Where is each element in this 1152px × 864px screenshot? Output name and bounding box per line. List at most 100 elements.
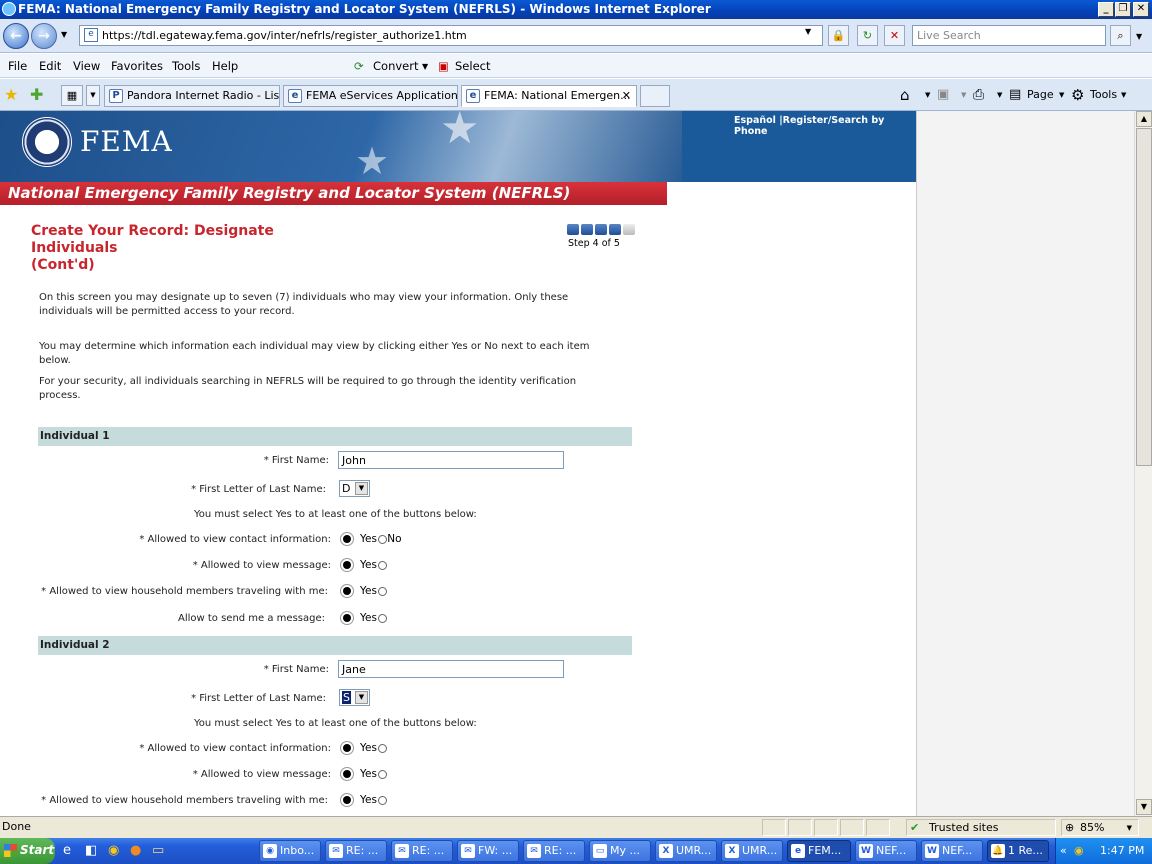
tab-pandora[interactable]: P Pandora Internet Radio - Lis... (104, 85, 280, 107)
yes-radio[interactable] (343, 770, 351, 778)
tab-fema-eservices[interactable]: e FEMA eServices Application ... (283, 85, 458, 107)
firefox-quicklaunch-icon[interactable]: ● (130, 843, 141, 858)
page-dropdown-icon[interactable]: ▼ (1059, 91, 1064, 99)
tray-expand-icon[interactable]: « (1060, 838, 1067, 864)
task-umr-2[interactable]: X UMR... (721, 840, 783, 862)
convert-button[interactable]: Convert (373, 59, 418, 73)
scroll-down-icon[interactable]: ▼ (1136, 799, 1152, 815)
quicklaunch-icon[interactable]: ◧ (85, 843, 97, 858)
menu-help[interactable]: Help (212, 59, 238, 73)
search-input[interactable]: Live Search (912, 25, 1106, 46)
search-icon[interactable]: ⌕ (1110, 25, 1131, 46)
task-re-1[interactable]: ✉ RE: ... (325, 840, 387, 862)
no-radio[interactable] (378, 769, 388, 779)
individual-2-household-radios[interactable]: Yes (343, 794, 388, 806)
individual-1-last-initial-select[interactable]: D ▼ (339, 480, 370, 497)
close-window-button[interactable]: ✕ (1133, 2, 1149, 17)
forward-button[interactable]: → (31, 23, 57, 49)
individual-1-header: Individual 1 (38, 427, 632, 446)
tab-fema-nefrls[interactable]: e FEMA: National Emergen... ✕ (461, 85, 637, 107)
address-field[interactable]: e https://tdl.egateway.fema.gov/inter/ne… (79, 25, 823, 46)
stop-icon[interactable]: ✕ (884, 25, 905, 46)
task-my[interactable]: ▭ My ... (589, 840, 651, 862)
security-zone[interactable]: ✔ Trusted sites (906, 819, 1056, 836)
window-title-bar[interactable]: FEMA: National Emergency Family Registry… (0, 0, 1152, 19)
scroll-thumb[interactable] (1136, 128, 1152, 466)
folder-quicklaunch-icon[interactable]: ▭ (152, 843, 164, 858)
back-button[interactable]: ← (3, 23, 29, 49)
no-radio[interactable] (378, 795, 388, 805)
no-radio[interactable] (378, 613, 388, 623)
quick-tabs-icon[interactable]: ▦ (61, 85, 83, 106)
individual-1-contact-radios[interactable]: Yes No (343, 533, 402, 545)
yes-radio[interactable] (343, 744, 351, 752)
individual-1-message-radios[interactable]: Yes (343, 559, 388, 571)
clock[interactable]: 1:47 PM (1100, 838, 1144, 864)
yes-radio[interactable] (343, 587, 351, 595)
task-nef-2[interactable]: W NEF... (921, 840, 983, 862)
ie-quicklaunch-icon[interactable]: e (63, 843, 71, 858)
maximize-button[interactable]: ❐ (1115, 2, 1131, 17)
yes-radio[interactable] (343, 561, 351, 569)
lock-icon[interactable]: 🔒 (828, 25, 849, 46)
yes-radio[interactable] (343, 796, 351, 804)
individual-1-first-name-input[interactable]: John (338, 451, 564, 469)
yes-radio[interactable] (343, 535, 351, 543)
menu-view[interactable]: View (73, 59, 100, 73)
no-radio[interactable] (378, 534, 388, 544)
print-dropdown-icon[interactable]: ▼ (997, 91, 1002, 99)
outlook-tray-icon[interactable]: ◉ (1074, 838, 1084, 864)
add-favorite-icon[interactable]: ✚ (30, 85, 43, 104)
zoom-control[interactable]: ⊕ 85% ▼ (1061, 819, 1139, 836)
home-icon[interactable]: ⌂ (900, 86, 910, 104)
start-button[interactable]: Start (0, 838, 55, 864)
individual-1-household-radios[interactable]: Yes (343, 585, 388, 597)
task-inbox[interactable]: ◉ Inbo... (259, 840, 321, 862)
menu-file[interactable]: File (8, 59, 27, 73)
address-dropdown-icon[interactable]: ▼ (805, 27, 811, 36)
close-tab-icon[interactable]: ✕ (622, 86, 631, 106)
top-links[interactable]: Español |Register/Search by Phone (734, 115, 916, 137)
refresh-icon[interactable]: ↻ (857, 25, 878, 46)
feeds-dropdown-icon[interactable]: ▼ (961, 91, 966, 99)
menu-favorites[interactable]: Favorites (111, 59, 163, 73)
convert-dropdown-icon[interactable]: ▼ (422, 62, 428, 71)
tools-menu[interactable]: Tools (1090, 88, 1117, 101)
individual-2-header: Individual 2 (38, 636, 632, 655)
task-nef-1[interactable]: W NEF... (855, 840, 917, 862)
task-fema[interactable]: e FEM... (787, 840, 851, 862)
favorites-star-icon[interactable]: ★ (4, 85, 18, 104)
individual-2-last-initial-select[interactable]: S ▼ (339, 689, 370, 706)
task-fw[interactable]: ✉ FW: ... (457, 840, 519, 862)
vertical-scrollbar[interactable]: ▲ ▼ (1134, 111, 1152, 816)
task-re-2[interactable]: ✉ RE: ... (391, 840, 453, 862)
search-options-icon[interactable]: ▼ (1136, 32, 1142, 41)
menu-edit[interactable]: Edit (39, 59, 61, 73)
home-dropdown-icon[interactable]: ▼ (925, 91, 930, 99)
no-radio[interactable] (378, 560, 388, 570)
minimize-button[interactable]: _ (1098, 2, 1114, 17)
scroll-up-icon[interactable]: ▲ (1136, 111, 1152, 127)
new-tab-button[interactable] (640, 85, 670, 107)
yes-radio[interactable] (343, 614, 351, 622)
task-umr-1[interactable]: X UMR... (655, 840, 717, 862)
outlook-quicklaunch-icon[interactable]: ◉ (108, 843, 119, 858)
individual-1-send-message-radios[interactable]: Yes (343, 612, 388, 624)
feeds-icon[interactable]: ▣ (937, 87, 949, 102)
print-icon[interactable]: ⎙ (973, 87, 984, 103)
tools-dropdown-icon[interactable]: ▼ (1121, 91, 1126, 99)
individual-2-first-name-input[interactable]: Jane (338, 660, 564, 678)
menu-tools[interactable]: Tools (172, 59, 200, 73)
history-dropdown-icon[interactable]: ▼ (61, 30, 67, 39)
page-menu[interactable]: Page (1027, 88, 1054, 101)
dropdown-arrow-icon: ▼ (355, 691, 368, 704)
individual-2-message-radios[interactable]: Yes (343, 768, 388, 780)
no-radio[interactable] (378, 743, 388, 753)
tab-list-icon[interactable]: ▼ (86, 85, 100, 106)
task-re-3[interactable]: ✉ RE: ... (523, 840, 585, 862)
individual-2-contact-radios[interactable]: Yes (343, 742, 388, 754)
task-reminder[interactable]: 🔔 1 Re... (987, 840, 1049, 862)
right-gray-area (916, 111, 1134, 816)
no-radio[interactable] (378, 586, 388, 596)
select-button[interactable]: Select (455, 59, 490, 73)
